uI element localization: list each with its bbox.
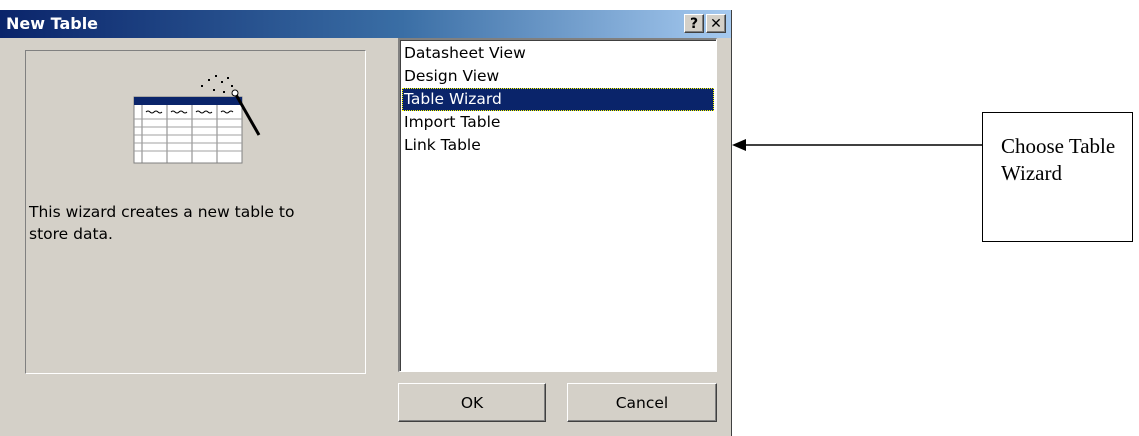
- list-item-import-table[interactable]: Import Table: [402, 111, 714, 134]
- annotation-callout: Choose Table Wizard: [982, 112, 1133, 242]
- annotation-text: Choose Table Wizard: [1001, 134, 1116, 185]
- list-item-link-table[interactable]: Link Table: [402, 134, 714, 157]
- help-icon: ?: [689, 15, 699, 32]
- description-text: This wizard creates a new table to store…: [29, 203, 295, 243]
- list-item-design-view[interactable]: Design View: [402, 65, 714, 88]
- list-item-table-wizard[interactable]: Table Wizard: [402, 88, 714, 111]
- table-icon: [133, 96, 243, 164]
- view-list: Datasheet View Design View Table Wizard …: [402, 42, 714, 157]
- help-button[interactable]: ?: [684, 14, 704, 33]
- title-bar: New Table ? ✕: [0, 10, 731, 38]
- close-button[interactable]: ✕: [706, 14, 726, 33]
- ok-button[interactable]: OK: [398, 383, 546, 422]
- view-listbox[interactable]: Datasheet View Design View Table Wizard …: [398, 38, 717, 372]
- description-panel: This wizard creates a new table to store…: [25, 50, 366, 374]
- table-wizard-icon: [133, 75, 261, 164]
- sparkle-icon: [201, 75, 233, 93]
- cancel-button[interactable]: Cancel: [567, 383, 717, 422]
- list-item-datasheet-view[interactable]: Datasheet View: [402, 42, 714, 65]
- left-arrow-icon: [732, 139, 982, 151]
- close-icon: ✕: [710, 15, 722, 32]
- dialog-title: New Table: [6, 14, 99, 33]
- new-table-dialog: New Table ? ✕ This wizard creates a new …: [0, 10, 732, 436]
